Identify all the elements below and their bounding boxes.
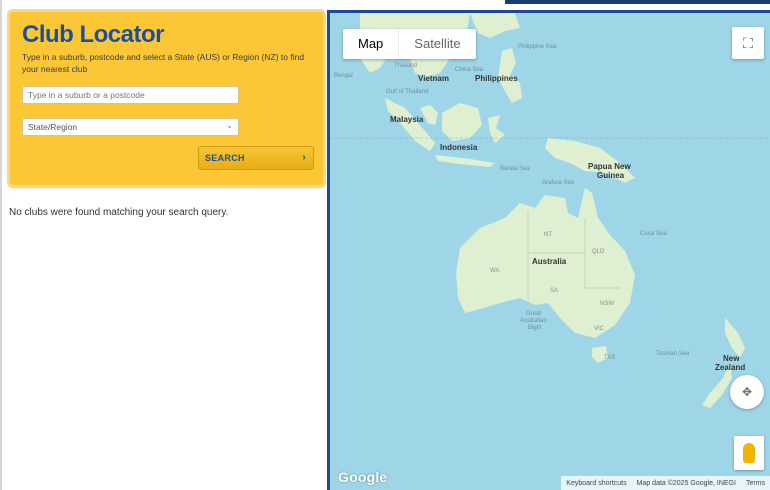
label-nz-1: New [723,354,740,363]
map[interactable]: Philippine Sea China Sea Banda Sea Arafu… [327,10,770,490]
label-banda-sea: Banda Sea [500,166,530,172]
label-arafura-sea: Arafura Sea [542,180,575,186]
no-results-message: No clubs were found matching your search… [9,207,229,218]
label-gulf-thailand: Gulf of Thailand [386,89,428,95]
label-philippines: Philippines [475,74,518,83]
search-button[interactable]: SEARCH › [198,146,314,170]
top-accent-bar [505,0,770,4]
chevron-right-icon: › [302,152,306,163]
state-region-value: State/Region [28,122,78,132]
label-tasman-sea: Tasman Sea [656,351,690,357]
left-divider [0,0,2,490]
label-thailand: Thailand [394,63,417,69]
label-png-2: Guinea [597,171,625,180]
page: Club Locator Type in a suburb, postcode … [0,0,770,490]
fullscreen-icon[interactable]: ⛶ [732,27,764,59]
label-indonesia: Indonesia [440,143,478,152]
label-wa: WA [490,268,499,274]
label-vietnam: Vietnam [418,74,449,83]
locator-title: Club Locator [22,21,165,48]
pegman-icon[interactable] [734,436,764,470]
terms-link[interactable]: Terms [741,480,770,487]
label-nsw: NSW [600,301,614,307]
label-china-sea: China Sea [455,67,484,73]
pegman-figure [743,443,755,463]
search-button-label: SEARCH [205,153,245,163]
label-gab-2: Australian [520,318,547,324]
map-canvas[interactable]: Philippine Sea China Sea Banda Sea Arafu… [330,13,770,490]
label-gab-1: Great [526,311,541,317]
label-philippine-sea: Philippine Sea [518,44,557,50]
map-attribution: Map data ©2025 Google, INEGI [636,479,736,487]
label-gab-3: Bight [528,325,542,331]
label-png-1: Papua New [588,162,631,171]
map-type-satellite-button[interactable]: Satellite [398,29,475,59]
label-nz-2: Zealand [715,363,745,372]
google-logo: Google [338,469,388,485]
label-sa: SA [550,288,558,294]
label-vic: VIC [594,326,605,332]
map-type-map-button[interactable]: Map [343,29,398,59]
label-bengal: Bengal [334,73,353,79]
label-australia: Australia [532,257,567,266]
label-tas: TAS [604,355,615,361]
camera-control-icon[interactable]: ✥ [730,375,764,409]
state-region-select[interactable]: State/Region ⌄ [22,118,239,136]
map-footer: Keyboard shortcuts Map data ©2025 Google… [561,476,770,490]
map-type-toggle: Map Satellite [343,29,476,59]
label-nt: NT [544,232,552,238]
label-malaysia: Malaysia [390,115,424,124]
keyboard-shortcuts-link[interactable]: Keyboard shortcuts [561,480,631,487]
suburb-postcode-input[interactable] [22,86,239,104]
chevron-down-icon: ⌄ [226,121,233,130]
label-coral-sea: Coral Sea [640,231,667,237]
label-qld: QLD [592,249,605,255]
locator-description: Type in a suburb, postcode and select a … [22,52,305,74]
